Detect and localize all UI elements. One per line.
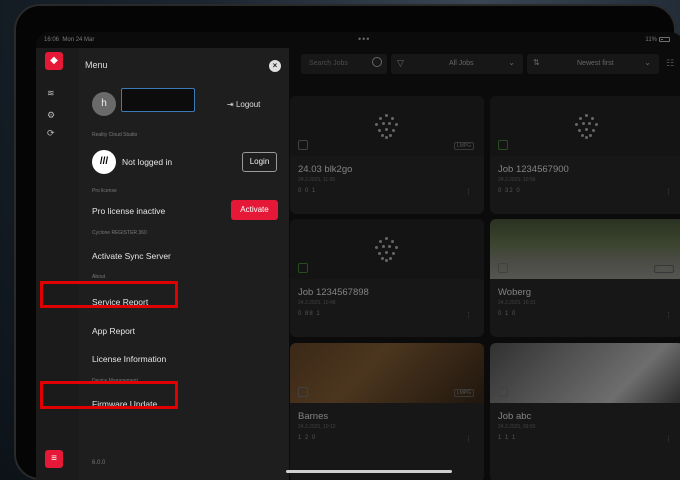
job-type-icon [498, 387, 508, 397]
job-type-icon [298, 263, 308, 273]
placeholder-logo-icon [575, 114, 599, 139]
job-title: Barnes [298, 411, 329, 422]
job-meta: 1 2 0 [298, 435, 317, 441]
highlight-service-report [40, 281, 178, 308]
filter-select[interactable]: ▽ All Jobs ⌄ [391, 54, 523, 74]
username-field[interactable] [121, 88, 195, 112]
job-type-icon [498, 263, 508, 273]
login-button[interactable]: Login [242, 152, 277, 172]
search-input[interactable]: Search Jobs [301, 54, 387, 74]
sort-select[interactable]: ⇅ Newest first ⌄ [527, 54, 659, 74]
job-title: Job abc [498, 411, 532, 422]
battery-icon [659, 37, 670, 42]
more-options-icon[interactable]: ⋮ [465, 188, 472, 196]
job-card[interactable]: LMPG Woberg 24.3.2025, 10:31 0 1 0 ⋮ [490, 219, 680, 337]
menu-toggle-button[interactable]: ≡ [45, 450, 63, 468]
job-title: Job 1234567900 [498, 164, 569, 175]
license-information-item[interactable]: License Information [92, 354, 166, 364]
side-menu: Menu × h ⇥ Logout Reality Cloud Studio /… [79, 48, 289, 480]
job-badge: LMPG [453, 389, 474, 397]
filter-value: All Jobs [449, 60, 474, 67]
placeholder-logo-icon [375, 114, 399, 139]
nav-rail: ◆ ≋ ⚙ ⟳ ≡ [36, 48, 79, 480]
job-thumbnail: LMPG [290, 343, 484, 403]
job-date: 24.3.2025, 10:56 [498, 177, 536, 183]
job-card[interactable]: LMPG 24.03 blk2go 24.3.2025, 11:05 0 0 1 ⋮ [290, 96, 484, 214]
job-thumbnail [290, 219, 484, 279]
job-meta: 0 0 1 [298, 188, 317, 194]
job-date: 24.3.2025, 09:55 [498, 424, 536, 430]
gear-icon[interactable]: ⚙ [47, 110, 55, 121]
sync-icon[interactable]: ⟳ [47, 128, 55, 139]
job-card[interactable]: Job 1234567900 24.3.2025, 10:56 0 32 0 ⋮ [490, 96, 680, 214]
multitask-dots[interactable]: ••• [358, 34, 370, 44]
section-label-pro: Pro license [92, 188, 117, 194]
app-version: 6.0.0 [92, 460, 106, 466]
job-meta: 0 88 1 [298, 311, 321, 317]
rcs-logo-icon: /// [92, 150, 116, 174]
logout-icon: ⇥ [227, 100, 234, 109]
more-options-icon[interactable]: ⋮ [665, 435, 672, 443]
job-card[interactable]: Job abc 24.3.2025, 09:55 1 1 1 ⋮ [490, 343, 680, 480]
job-thumbnail: LMPG [290, 96, 484, 156]
battery-status: 11% [645, 37, 670, 43]
more-options-icon[interactable]: ⋮ [465, 435, 472, 443]
more-options-icon[interactable]: ⋮ [665, 311, 672, 319]
logout-button[interactable]: ⇥ Logout [227, 100, 260, 109]
job-meta: 1 1 1 [498, 435, 517, 441]
highlight-firmware-update [40, 381, 178, 409]
job-thumbnail: LMPG [490, 219, 680, 279]
more-options-icon[interactable]: ⋮ [465, 311, 472, 319]
tablet-screen: 16:06 Mon 24 Mar ••• 11% Search Jobs ▽ A… [36, 32, 680, 480]
filter-icon: ▽ [397, 58, 404, 68]
more-options-icon[interactable]: ⋮ [665, 188, 672, 196]
menu-title: Menu [85, 60, 108, 70]
job-card[interactable]: Job 1234567898 24.3.2025, 10:48 0 88 1 ⋮ [290, 219, 484, 337]
job-thumbnail [490, 343, 680, 403]
job-thumbnail [490, 96, 680, 156]
jobs-toolbar: Search Jobs ▽ All Jobs ⌄ ⇅ Newest first … [301, 54, 680, 76]
pro-license-status: Pro license inactive [92, 206, 166, 216]
login-status: Not logged in [122, 157, 173, 167]
close-icon[interactable]: × [269, 60, 281, 72]
job-meta: 0 1 0 [498, 311, 517, 317]
job-type-icon [298, 387, 308, 397]
section-label-cyclone: Cyclone REGISTER 360 [92, 230, 147, 236]
search-placeholder: Search Jobs [309, 60, 348, 67]
status-time: 16:06 Mon 24 Mar [44, 37, 95, 43]
placeholder-logo-icon [375, 237, 399, 262]
activate-sync-server-item[interactable]: Activate Sync Server [92, 251, 171, 261]
layout-toggle-icon[interactable]: ☷ [666, 58, 674, 69]
job-title: Job 1234567898 [298, 287, 369, 298]
section-label-rcs: Reality Cloud Studio [92, 132, 138, 138]
job-title: 24.03 blk2go [298, 164, 353, 175]
app-logo-icon: ◆ [45, 52, 63, 70]
sort-icon: ⇅ [533, 58, 540, 67]
job-date: 24.3.2025, 10:48 [298, 300, 336, 306]
job-card[interactable]: LMPG Barnes 24.3.2025, 10:12 1 2 0 ⋮ [290, 343, 484, 480]
job-meta: 0 32 0 [498, 188, 521, 194]
job-type-icon [298, 140, 308, 150]
status-bar: 16:06 Mon 24 Mar ••• 11% [36, 32, 680, 48]
search-icon [372, 57, 382, 67]
chevron-down-icon: ⌄ [508, 58, 515, 67]
section-label-about: About [92, 274, 106, 280]
job-date: 24.3.2025, 10:12 [298, 424, 336, 430]
job-type-icon [498, 140, 508, 150]
job-badge: LMPG [453, 142, 474, 150]
sort-value: Newest first [577, 60, 614, 67]
activate-button[interactable]: Activate [231, 200, 278, 220]
home-indicator [286, 470, 452, 473]
job-date: 24.3.2025, 10:31 [498, 300, 536, 306]
app-report-item[interactable]: App Report [92, 326, 135, 336]
avatar: h [92, 92, 116, 116]
job-badge: LMPG [653, 265, 674, 273]
job-date: 24.3.2025, 11:05 [298, 177, 336, 183]
chevron-down-icon: ⌄ [644, 58, 651, 67]
job-title: Woberg [498, 287, 532, 298]
rss-icon[interactable]: ≋ [47, 88, 55, 99]
